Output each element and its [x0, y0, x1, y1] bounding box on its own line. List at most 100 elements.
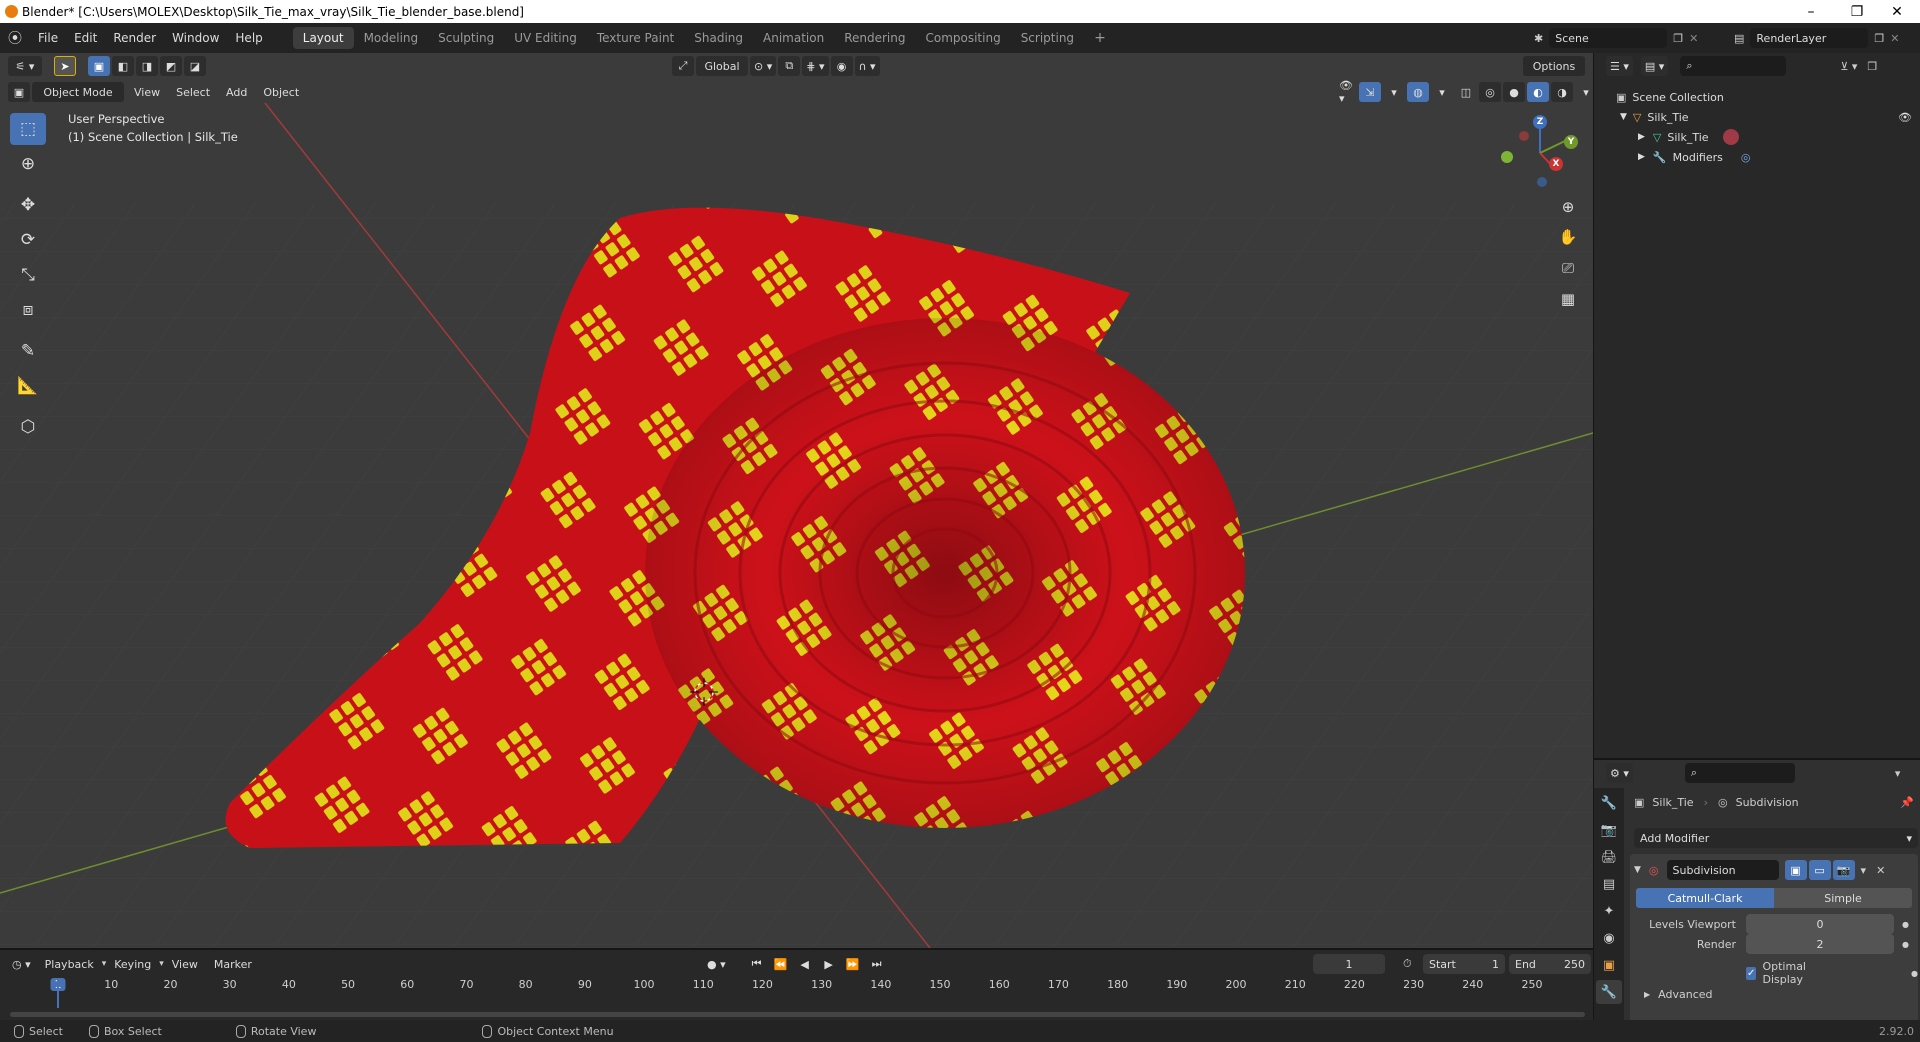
render-layer-icon[interactable]: ▤ [1734, 32, 1744, 45]
modifier-tab-icon[interactable]: 🔧 [1596, 980, 1622, 1004]
object-tab-icon[interactable]: ▣ [1596, 953, 1622, 977]
select-tool-icon[interactable]: ➤ [54, 56, 76, 76]
gizmo-neg-x-dot[interactable] [1519, 131, 1529, 141]
orientation-icon[interactable]: ⤢ [672, 56, 694, 76]
render-levels-field[interactable]: 2 [1746, 934, 1894, 954]
properties-editor-icon[interactable]: ⚙ ▾ [1606, 763, 1633, 783]
properties-dropdown-icon[interactable]: ▾ [1895, 767, 1901, 780]
gizmo-x-axis[interactable]: X [1549, 157, 1563, 171]
tab-texture-paint[interactable]: Texture Paint [587, 27, 684, 49]
keyframe-dot-icon[interactable]: ● [1902, 920, 1909, 929]
expand-right-icon[interactable]: ▶ [1638, 152, 1645, 162]
expand-right-icon[interactable]: ▶ [1638, 132, 1645, 142]
mode-dropdown[interactable]: Object Mode [32, 82, 124, 102]
view-layer-tab-icon[interactable]: ▤ [1596, 872, 1622, 896]
blender-menu-icon[interactable]: ⦿ [0, 28, 30, 48]
outliner-row-silk-tie-mesh[interactable]: ▶ ▽ Silk_Tie [1594, 127, 1920, 147]
tab-rendering[interactable]: Rendering [834, 27, 915, 49]
advanced-subpanel[interactable]: ▶ Advanced [1644, 988, 1713, 1001]
perspective-toggle-icon[interactable]: ▦ [1555, 286, 1581, 312]
remove-layer-icon[interactable]: ✕ [1890, 32, 1899, 45]
tab-layout[interactable]: Layout [292, 27, 354, 49]
menu-select[interactable]: Select [168, 86, 218, 99]
render-layer-field[interactable]: RenderLayer [1750, 28, 1869, 48]
menu-help[interactable]: Help [227, 31, 270, 45]
rotate-tool-icon[interactable]: ⟳ [10, 224, 46, 256]
zoom-icon[interactable]: ⊕ [1555, 194, 1581, 220]
expand-down-icon[interactable]: ▼ [1620, 112, 1627, 122]
tab-modeling[interactable]: Modeling [354, 27, 429, 49]
outliner-search-input[interactable]: ⌕ [1680, 56, 1787, 76]
tab-compositing[interactable]: Compositing [915, 27, 1010, 49]
remove-modifier-icon[interactable]: ✕ [1876, 864, 1885, 877]
menu-window[interactable]: Window [164, 31, 227, 45]
move-tool-icon[interactable]: ✥ [10, 189, 46, 221]
add-workspace-icon[interactable]: + [1084, 27, 1116, 49]
scene-icon[interactable]: ✱ [1534, 32, 1543, 45]
tab-shading[interactable]: Shading [684, 27, 753, 49]
mode-icon[interactable]: ▣ [8, 82, 30, 102]
rendered-shading-icon[interactable]: ◑ [1551, 82, 1573, 102]
editor-type-icon[interactable]: ⚟ ▾ [8, 56, 42, 76]
timeline-scrollbar[interactable] [10, 1012, 1585, 1017]
edit-mode-toggle-icon[interactable]: ▣ [1784, 860, 1807, 880]
cursor-tool-icon[interactable]: ⊕ [10, 148, 46, 180]
menu-object[interactable]: Object [255, 86, 307, 99]
output-tab-icon[interactable]: 🖨 [1596, 845, 1622, 869]
falloff-icon[interactable]: ∩ ▾ [854, 56, 880, 76]
close-window-button[interactable]: ✕ [1874, 0, 1920, 23]
outliner-row-silk-tie[interactable]: ▼ ▽ Silk_Tie 👁 [1594, 107, 1920, 127]
display-mode-icon[interactable]: ▤ ▾ [1640, 56, 1669, 76]
wireframe-shading-icon[interactable]: ◎ [1479, 82, 1501, 102]
gizmo-y-axis[interactable]: Y [1564, 135, 1578, 149]
overlay-dropdown-icon[interactable]: ▾ [1431, 82, 1453, 102]
outliner-editor-icon[interactable]: ☰ ▾ [1606, 56, 1633, 76]
annotate-tool-icon[interactable]: ✎ [10, 335, 46, 367]
properties-search-input[interactable]: ⌕ [1684, 763, 1795, 783]
tab-uv-editing[interactable]: UV Editing [504, 27, 587, 49]
gizmo-neg-y-dot[interactable] [1501, 151, 1513, 163]
modifier-menu-icon[interactable]: ▾ [1861, 864, 1867, 877]
tab-sculpting[interactable]: Sculpting [428, 27, 504, 49]
snap-target-icon[interactable]: ⋕ ▾ [802, 56, 829, 76]
keyframe-dot-icon[interactable]: ● [1911, 969, 1918, 978]
scene-field[interactable]: Scene [1549, 28, 1668, 48]
keyframe-dot-icon[interactable]: ● [1902, 940, 1909, 949]
catmull-clark-button[interactable]: Catmull-Clark [1636, 888, 1774, 908]
outliner-row-modifiers[interactable]: ▶ 🔧 Modifiers ◎ [1594, 147, 1920, 167]
gizmo-toggle-icon[interactable]: ⇲ [1359, 82, 1381, 102]
tab-scripting[interactable]: Scripting [1011, 27, 1084, 49]
menu-view[interactable]: View [126, 86, 168, 99]
select-invert-icon[interactable]: ◩ [160, 56, 182, 76]
select-subtract-icon[interactable]: ◨ [136, 56, 158, 76]
new-scene-icon[interactable]: ❐ [1673, 32, 1683, 45]
tab-animation[interactable]: Animation [753, 27, 834, 49]
transform-tool-icon[interactable]: ⧈ [10, 294, 46, 326]
select-intersect-icon[interactable]: ◪ [184, 56, 206, 76]
pan-hand-icon[interactable]: ✋ [1555, 224, 1581, 250]
scale-tool-icon[interactable]: ⤡ [10, 259, 46, 291]
snap-icon[interactable]: ⧉ [778, 56, 801, 76]
visibility-icon[interactable]: 👁 ▾ [1335, 79, 1357, 105]
pivot-point-icon[interactable]: ⊙ ▾ [750, 56, 777, 76]
simple-button[interactable]: Simple [1774, 888, 1912, 908]
outliner-row-scene-collection[interactable]: ▣ Scene Collection [1594, 87, 1920, 107]
proportional-edit-icon[interactable]: ◉ [830, 56, 853, 76]
menu-edit[interactable]: Edit [66, 31, 105, 45]
world-tab-icon[interactable]: ◉ [1596, 926, 1622, 950]
overlay-toggle-icon[interactable]: ◍ [1407, 82, 1429, 102]
remove-scene-icon[interactable]: ✕ [1689, 32, 1698, 45]
add-cube-tool-icon[interactable]: ⬡ [10, 411, 46, 443]
add-modifier-dropdown[interactable]: Add Modifier ▾ [1634, 828, 1918, 848]
optimal-display-checkbox[interactable]: ✓ [1746, 966, 1757, 980]
solid-shading-icon[interactable]: ● [1503, 82, 1525, 102]
minimize-button[interactable]: – [1788, 0, 1834, 23]
xray-icon[interactable]: ◫ [1455, 82, 1477, 102]
gizmo-neg-z-dot[interactable] [1537, 177, 1547, 187]
select-new-icon[interactable]: ▣ [88, 56, 110, 76]
scene-tab-icon[interactable]: ✦ [1596, 899, 1622, 923]
menu-render[interactable]: Render [105, 31, 164, 45]
transform-orientation-dropdown[interactable]: Global [696, 56, 748, 76]
visibility-eye-icon[interactable]: 👁 [1898, 111, 1912, 124]
collapse-icon[interactable]: ▼ [1634, 865, 1641, 875]
